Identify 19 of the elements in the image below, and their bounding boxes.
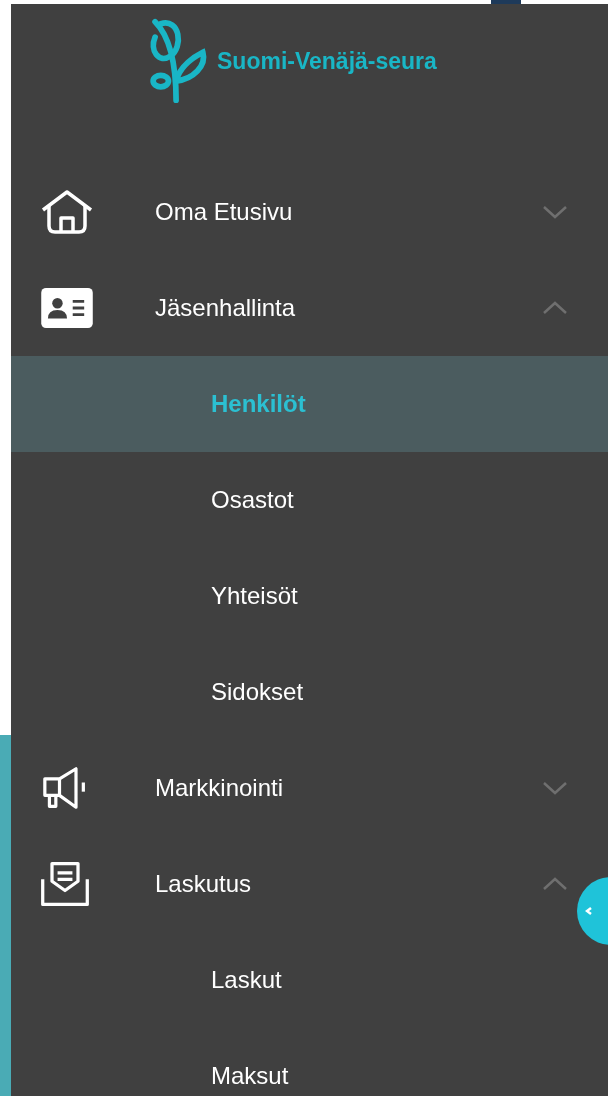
menu-item[interactable]: Oma Etusivu	[11, 164, 576, 260]
menu-item[interactable]: Laskutus	[11, 836, 576, 932]
submenu-item[interactable]: Yhteisöt	[11, 548, 608, 644]
menu-item-label: Markkinointi	[155, 774, 285, 802]
id-card-icon	[39, 287, 95, 329]
logo-text: Suomi-Venäjä-seura	[217, 47, 437, 75]
backdrop-shape	[491, 0, 521, 4]
menu-item-label: Laskutus	[155, 870, 253, 898]
menu-item-label: Jäsenhallinta	[155, 294, 297, 322]
submenu-item[interactable]: Sidokset	[11, 644, 608, 740]
menu-item[interactable]: Markkinointi	[11, 740, 576, 836]
menu-item-label: Oma Etusivu	[155, 198, 294, 226]
submenu-item[interactable]: Laskut	[11, 932, 608, 1028]
inbox-icon	[39, 860, 91, 908]
submenu-item[interactable]: Osastot	[11, 452, 608, 548]
house-icon	[39, 190, 95, 234]
menu-item[interactable]: Jäsenhallinta	[11, 260, 576, 356]
submenu-item[interactable]: Maksut	[11, 1028, 608, 1096]
plant-logo-icon	[147, 18, 209, 104]
